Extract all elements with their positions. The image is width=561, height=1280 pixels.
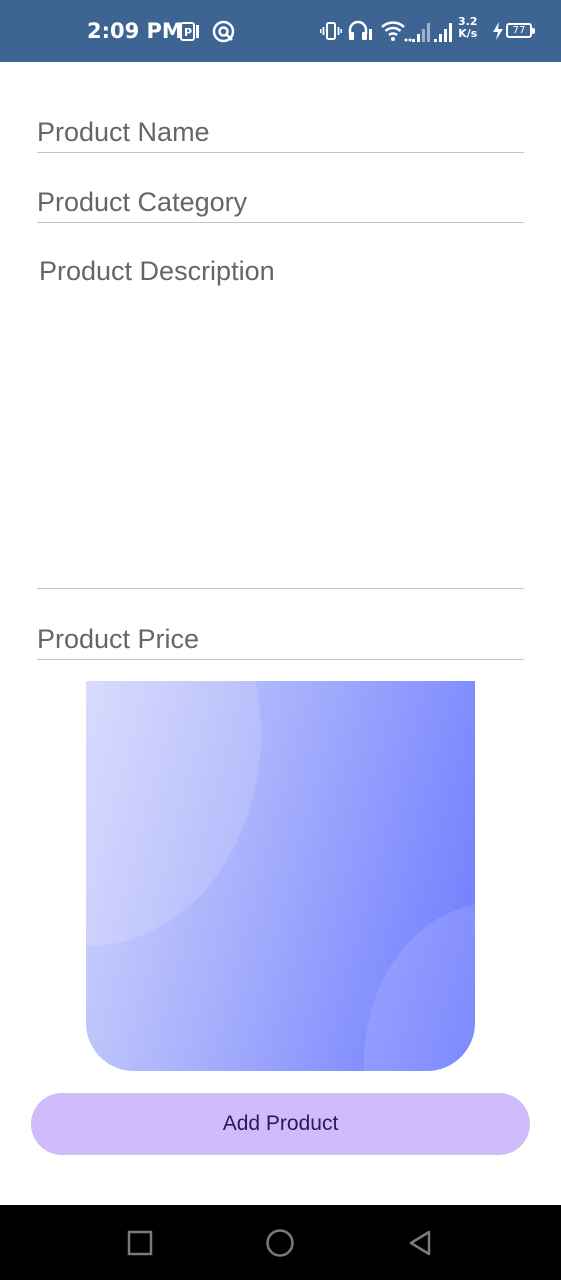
network-speed: 3.2 K/s [458, 16, 478, 40]
product-image-picker[interactable] [86, 681, 475, 1071]
product-description-input[interactable] [37, 253, 526, 586]
charging-icon [493, 22, 503, 40]
add-product-button[interactable]: Add Product [31, 1093, 530, 1155]
product-price-input[interactable] [37, 621, 524, 657]
network-speed-unit: K/s [458, 27, 478, 40]
vpn-icon [212, 20, 235, 43]
decorative-blob [86, 681, 261, 946]
headphones-icon [348, 20, 372, 40]
svg-text:P: P [184, 26, 192, 39]
battery-icon: 77 [506, 23, 535, 38]
home-circle-icon [266, 1228, 294, 1257]
signal-1-icon [412, 23, 430, 42]
product-description-field [37, 253, 526, 589]
product-name-input[interactable] [37, 114, 524, 150]
status-time: 2:09 PM [87, 19, 183, 43]
back-button[interactable] [380, 1205, 460, 1280]
product-category-input[interactable] [37, 184, 524, 220]
product-category-field [37, 183, 524, 223]
back-triangle-icon [409, 1230, 431, 1255]
notification-p-icon: P [180, 22, 199, 41]
recents-square-icon [127, 1230, 153, 1255]
wifi-icon [381, 21, 412, 42]
product-price-field [37, 619, 524, 660]
vibrate-icon [320, 22, 342, 40]
signal-2-icon [434, 23, 452, 42]
recents-button[interactable] [100, 1205, 180, 1280]
product-name-field [37, 112, 524, 153]
home-button[interactable] [240, 1205, 320, 1280]
status-bar: 2:09 PM P 3.2 K/s 77 [0, 0, 561, 62]
decorative-blob [364, 903, 475, 1071]
navigation-bar [0, 1205, 561, 1280]
